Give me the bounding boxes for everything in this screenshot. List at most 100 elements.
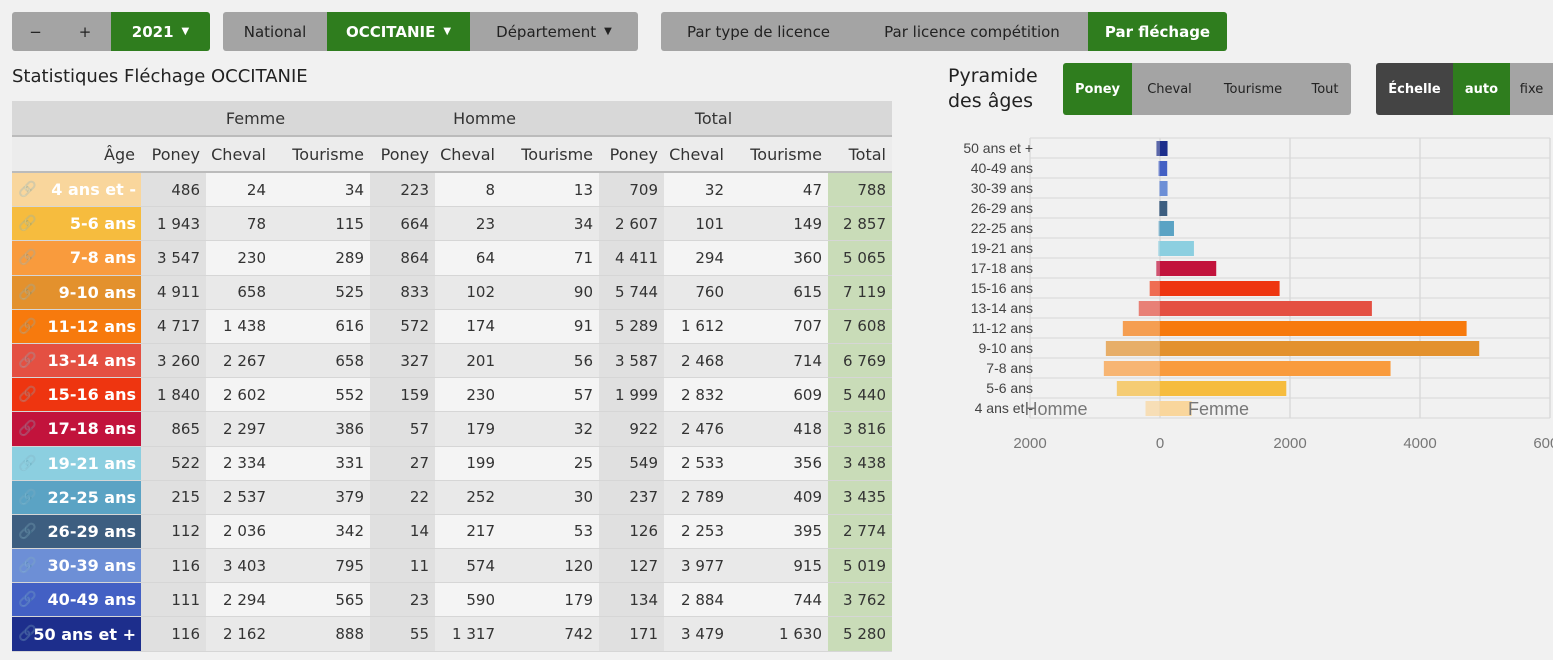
col-header-homme-tourisme[interactable]: Tourisme xyxy=(501,137,599,171)
age-cell[interactable]: 🔗 30-39 ans xyxy=(12,549,141,583)
col-header-homme-poney[interactable]: Poney xyxy=(370,137,435,171)
bar-homme xyxy=(1149,281,1160,296)
link-icon[interactable]: 🔗 xyxy=(18,351,37,369)
cell-total: 5 019 xyxy=(828,549,892,583)
table-row: 🔗 11-12 ans 4 717 1 438 616 572 174 91 5 289 1 61… xyxy=(12,309,892,344)
age-label: 4 ans et - xyxy=(51,180,136,200)
link-icon[interactable]: 🔗 xyxy=(18,248,37,266)
cell-homme-cheval: 590 xyxy=(435,583,501,617)
region-dropdown[interactable]: OCCITANIE ▼ xyxy=(327,12,470,51)
year-dropdown[interactable]: 2021 ▼ xyxy=(111,12,210,51)
age-cell[interactable]: 🔗 22-25 ans xyxy=(12,480,141,514)
bar-femme xyxy=(1160,221,1174,236)
category-label: 50 ans et + xyxy=(963,140,1033,156)
scale-auto-button[interactable]: auto xyxy=(1453,63,1510,115)
scale-fixe-button[interactable]: fixe xyxy=(1510,63,1553,115)
departement-dropdown[interactable]: Département ▼ xyxy=(470,12,638,51)
bar-homme xyxy=(1156,141,1160,156)
cell-homme-poney: 864 xyxy=(370,241,435,275)
age-cell[interactable]: 🔗 40-49 ans xyxy=(12,583,141,617)
x-tick-label: 0 xyxy=(1156,435,1164,452)
link-icon[interactable]: 🔗 xyxy=(18,214,37,232)
link-icon[interactable]: 🔗 xyxy=(18,488,37,506)
year-plus-button[interactable]: + xyxy=(59,12,111,51)
departement-label: Département xyxy=(496,22,597,41)
filter-tout[interactable]: Tout xyxy=(1299,63,1351,115)
year-minus-button[interactable]: − xyxy=(12,12,59,51)
tab-par-flechage[interactable]: Par fléchage xyxy=(1088,12,1227,51)
link-icon[interactable]: 🔗 xyxy=(18,624,37,642)
pyramid-filter-group: Poney Cheval Tourisme Tout xyxy=(1063,63,1351,115)
col-header-femme-tourisme[interactable]: Tourisme xyxy=(272,137,370,171)
col-header-age[interactable]: Âge xyxy=(12,137,141,171)
age-label: 13-14 ans xyxy=(47,351,136,371)
age-label: 5-6 ans xyxy=(69,214,136,234)
cell-femme-tourisme: 658 xyxy=(272,343,370,378)
link-icon[interactable]: 🔗 xyxy=(18,385,37,403)
filter-poney[interactable]: Poney xyxy=(1063,63,1132,115)
age-cell[interactable]: 🔗 19-21 ans xyxy=(12,446,141,480)
cell-homme-tourisme: 90 xyxy=(501,275,599,309)
age-cell[interactable]: 🔗 4 ans et - xyxy=(12,173,141,207)
filter-cheval[interactable]: Cheval xyxy=(1132,63,1207,115)
age-cell[interactable]: 🔗 11-12 ans xyxy=(12,309,141,343)
link-icon[interactable]: 🔗 xyxy=(18,454,37,472)
cell-femme-tourisme: 795 xyxy=(272,549,370,583)
tab-par-competition[interactable]: Par licence compétition xyxy=(856,12,1088,51)
cell-femme-cheval: 3 403 xyxy=(206,549,272,583)
col-header-total-poney[interactable]: Poney xyxy=(599,137,664,171)
stats-table: Femme Homme Total Âge Poney Cheval Touri… xyxy=(12,101,892,652)
cell-homme-tourisme: 71 xyxy=(501,241,599,275)
cell-homme-poney: 27 xyxy=(370,446,435,480)
age-cell[interactable]: 🔗 9-10 ans xyxy=(12,275,141,309)
cell-femme-cheval: 2 267 xyxy=(206,343,272,378)
cell-femme-tourisme: 565 xyxy=(272,583,370,617)
bar-homme xyxy=(1105,341,1160,356)
col-header-femme-poney[interactable]: Poney xyxy=(141,137,206,171)
age-cell[interactable]: 🔗 13-14 ans xyxy=(12,343,141,378)
col-header-total-cheval[interactable]: Cheval xyxy=(664,137,730,171)
age-label: 7-8 ans xyxy=(69,248,136,268)
cell-total-tourisme: 1 630 xyxy=(730,617,828,651)
cell-femme-cheval: 2 297 xyxy=(206,412,272,446)
bar-femme xyxy=(1160,341,1480,356)
link-icon[interactable]: 🔗 xyxy=(18,317,37,335)
col-header-homme-cheval[interactable]: Cheval xyxy=(435,137,501,171)
caret-down-icon: ▼ xyxy=(181,26,190,37)
tab-par-type[interactable]: Par type de licence xyxy=(661,12,856,51)
cell-homme-tourisme: 25 xyxy=(501,446,599,480)
age-cell[interactable]: 🔗 15-16 ans xyxy=(12,378,141,412)
age-label: 50 ans et + xyxy=(33,624,136,644)
link-icon[interactable]: 🔗 xyxy=(18,590,37,608)
age-label: 26-29 ans xyxy=(47,521,136,541)
age-cell[interactable]: 🔗 17-18 ans xyxy=(12,412,141,446)
x-tick-label: 2000 xyxy=(1013,435,1046,452)
cell-femme-cheval: 658 xyxy=(206,275,272,309)
link-icon[interactable]: 🔗 xyxy=(18,180,37,198)
national-button[interactable]: National xyxy=(223,12,327,51)
col-header-femme-cheval[interactable]: Cheval xyxy=(206,137,272,171)
cell-total-tourisme: 915 xyxy=(730,549,828,583)
link-icon[interactable]: 🔗 xyxy=(18,522,37,540)
cell-homme-tourisme: 120 xyxy=(501,549,599,583)
table-row: 🔗 50 ans et +116 2 162 888 55 1 317 742 171 3 47… xyxy=(12,617,892,652)
filter-tourisme[interactable]: Tourisme xyxy=(1207,63,1299,115)
age-label: 11-12 ans xyxy=(47,316,136,336)
x-tick-label: 6000 xyxy=(1533,435,1553,452)
scale-group: Échelle auto fixe xyxy=(1376,63,1553,115)
link-icon[interactable]: 🔗 xyxy=(18,283,37,301)
group-femme: Femme xyxy=(225,108,286,128)
col-header-total[interactable]: Total xyxy=(828,137,892,171)
age-cell[interactable]: 🔗 7-8 ans xyxy=(12,241,141,275)
link-icon[interactable]: 🔗 xyxy=(18,556,37,574)
cell-total-poney: 5 289 xyxy=(599,309,664,343)
link-icon[interactable]: 🔗 xyxy=(18,419,37,437)
bar-femme xyxy=(1160,321,1467,336)
category-label: 26-29 ans xyxy=(971,200,1033,216)
age-cell[interactable]: 🔗 5-6 ans xyxy=(12,207,141,241)
age-cell[interactable]: 🔗 26-29 ans xyxy=(12,514,141,549)
col-header-total-tourisme[interactable]: Tourisme xyxy=(730,137,828,171)
age-cell[interactable]: 🔗 50 ans et + xyxy=(12,617,141,651)
cell-homme-poney: 55 xyxy=(370,617,435,651)
year-group: − + 2021 ▼ xyxy=(12,12,210,51)
